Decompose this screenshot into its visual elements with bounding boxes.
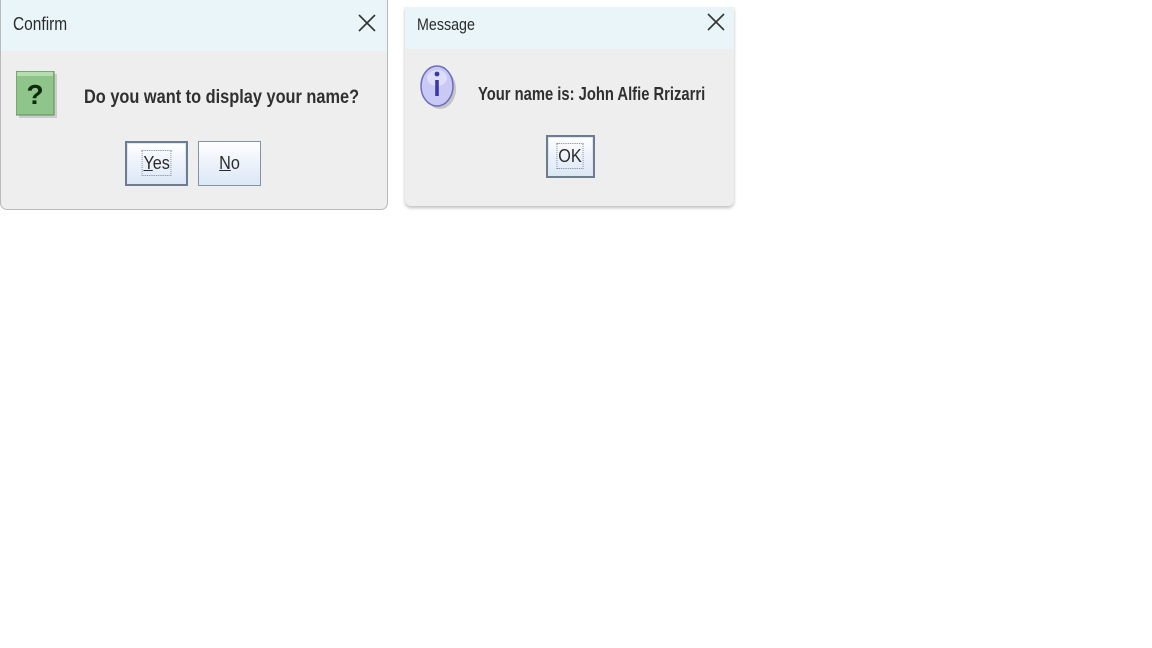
- yes-label: es: [152, 153, 170, 173]
- close-icon: [358, 14, 376, 32]
- confirm-dialog: Confirm ? Do you want to display your na…: [0, 0, 388, 210]
- confirm-message: Do you want to display your name?: [84, 87, 360, 108]
- message-dialog: Message Your name is: John Alfie Rrizarr…: [405, 7, 734, 206]
- no-mnemonic: N: [219, 153, 231, 173]
- svg-text:?: ?: [26, 79, 43, 110]
- message-title-bar[interactable]: Message: [405, 7, 734, 49]
- yes-mnemonic: Y: [143, 153, 153, 173]
- message-title: Message: [417, 15, 475, 34]
- message-text: Your name is: John Alfie Rrizarri: [478, 84, 706, 104]
- focus-ring: Yes: [141, 150, 172, 176]
- confirm-title: Confirm: [13, 14, 68, 34]
- close-button[interactable]: [705, 11, 727, 33]
- info-icon: [420, 64, 456, 110]
- close-icon: [707, 13, 725, 31]
- focus-ring: OK: [556, 143, 584, 169]
- close-button[interactable]: [356, 12, 378, 34]
- no-label: o: [230, 153, 240, 173]
- yes-button[interactable]: Yes: [125, 141, 188, 186]
- question-icon: ?: [15, 70, 57, 118]
- confirm-title-bar[interactable]: Confirm: [1, 0, 387, 51]
- no-button[interactable]: No: [198, 141, 261, 186]
- ok-button[interactable]: OK: [546, 135, 595, 178]
